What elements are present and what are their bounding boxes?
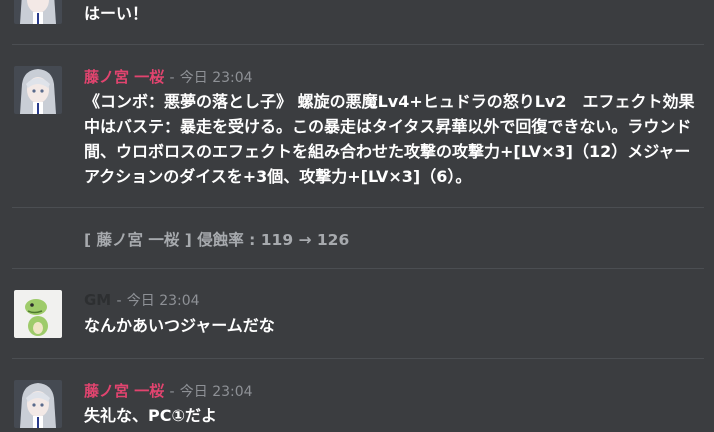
silver-hair-character-avatar-icon: [14, 0, 62, 24]
character-avatar[interactable]: [14, 380, 62, 428]
sender-name[interactable]: 藤ノ宮 一桜: [84, 382, 164, 400]
timestamp: 今日 23:04: [179, 384, 253, 400]
message-header: GM - 今日 23:04: [84, 290, 200, 310]
header-separator: -: [116, 293, 122, 309]
header-separator: -: [169, 70, 175, 86]
sender-name[interactable]: 藤ノ宮 一桜: [84, 68, 164, 86]
system-message: [ 藤ノ宮 一桜 ] 侵蝕率 : 119 → 126: [0, 207, 714, 268]
chat-message: 藤ノ宮 一桜 - 今日 23:04 失礼な、PC①だよ: [0, 358, 714, 432]
message-text: 《コンボ：悪夢の落とし子》 螺旋の悪魔Lv4+ヒュドラの怒りLv2 エフェクト効…: [84, 92, 695, 186]
gm-avatar[interactable]: [14, 290, 62, 338]
message-text: なんかあいつジャームだな: [84, 316, 275, 335]
message-header: 藤ノ宮 一桜 - 今日 23:04: [84, 66, 253, 87]
timestamp: 今日 23:04: [179, 70, 253, 86]
message-text: 失礼な、PC①だよ: [84, 406, 218, 425]
chat-message: はーい！: [0, 0, 714, 44]
silver-hair-character-avatar-icon: [14, 66, 62, 114]
chat-message: GM - 今日 23:04 なんかあいつジャームだな: [0, 268, 714, 358]
chat-message: 藤ノ宮 一桜 - 今日 23:04 《コンボ：悪夢の落とし子》 螺旋の悪魔Lv4…: [0, 44, 714, 207]
character-avatar[interactable]: [14, 0, 62, 24]
character-avatar[interactable]: [14, 66, 62, 114]
header-separator: -: [169, 384, 175, 400]
sender-name[interactable]: GM: [84, 291, 111, 309]
timestamp: 今日 23:04: [126, 293, 200, 309]
silver-hair-character-avatar-icon: [14, 380, 62, 428]
green-dinosaur-avatar-icon: [14, 290, 62, 338]
message-header: 藤ノ宮 一桜 - 今日 23:04: [84, 380, 253, 401]
system-message-text: [ 藤ノ宮 一桜 ] 侵蝕率 : 119 → 126: [84, 231, 350, 249]
chat-log: はーい！ 藤ノ宮 一桜 - 今日 23:04 《コンボ：悪夢の落とし子》 螺旋の…: [0, 0, 714, 432]
message-text: はーい！: [84, 4, 149, 23]
